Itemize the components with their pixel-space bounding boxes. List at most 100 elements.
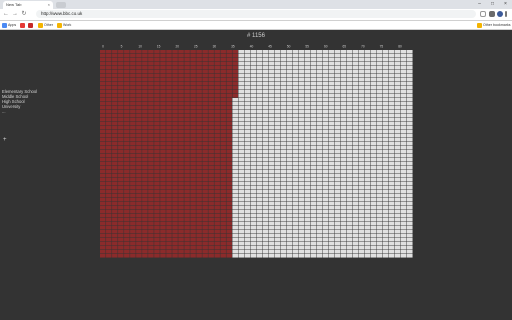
grid-cell-filled (172, 114, 178, 118)
grid-cell-empty (298, 214, 305, 218)
grid-cell-filled (208, 150, 214, 154)
grid-cell-empty (316, 110, 323, 114)
grid-cell-filled (118, 214, 124, 218)
grid-cell-empty (322, 106, 329, 110)
grid-cell-filled (154, 230, 160, 234)
grid-cell-empty (262, 202, 269, 206)
grid-cell-empty (340, 238, 347, 242)
grid-cell-empty (280, 70, 287, 74)
grid-cell-empty (370, 214, 377, 218)
grid-cell-filled (166, 142, 172, 146)
grid-cell-empty (346, 106, 353, 110)
grid-cell-empty (298, 138, 305, 142)
grid-cell-empty (268, 82, 275, 86)
grid-cell-empty (274, 90, 281, 94)
grid-cell-filled (154, 242, 160, 246)
grid-cell-empty (238, 146, 245, 150)
grid-cell-empty (370, 50, 377, 54)
grid-cell-empty (238, 218, 245, 222)
grid-cell-filled (112, 170, 118, 174)
grid-cell-empty (286, 126, 293, 130)
grid-cell-empty (340, 222, 347, 226)
grid-cell-empty (232, 106, 238, 110)
grid-cell-filled (136, 130, 142, 134)
grid-cell-empty (388, 142, 395, 146)
grid-cell-empty (364, 154, 371, 158)
grid-cell-filled (112, 66, 118, 70)
grid-cell-empty (310, 190, 317, 194)
grid-cell-filled (136, 166, 142, 170)
grid-cell-empty (268, 114, 275, 118)
grid-cell-filled (160, 134, 166, 138)
grid-cell-filled (226, 150, 232, 154)
grid-cell-filled (178, 218, 184, 222)
grid-cell-filled (124, 82, 130, 86)
grid-cell-empty (388, 90, 395, 94)
grid-cell-filled (100, 210, 106, 214)
grid-cell-filled (130, 82, 136, 86)
grid-cell-filled (118, 254, 124, 258)
grid-cell-empty (406, 226, 413, 230)
grid-cell-filled (130, 110, 136, 114)
grid-cell-empty (394, 54, 401, 58)
grid-cell-filled (202, 50, 208, 54)
grid-cell-empty (244, 254, 251, 258)
grid-cell-empty (370, 142, 377, 146)
x-tick-label: 10 (138, 45, 142, 49)
grid-cell-empty (388, 206, 395, 210)
grid-cell-filled (148, 202, 154, 206)
grid-cell-empty (358, 170, 365, 174)
grid-cell-filled (100, 182, 106, 186)
grid-cell-filled (196, 134, 202, 138)
grid-cell-empty (400, 210, 407, 214)
grid-cell-empty (388, 94, 395, 98)
grid-cell-empty (406, 150, 413, 154)
grid-cell-empty (232, 182, 238, 186)
grid-cell-empty (328, 74, 335, 78)
grid-cell-empty (304, 214, 311, 218)
grid-cell-empty (394, 166, 401, 170)
grid-cell-filled (172, 98, 178, 102)
grid-cell-filled (154, 54, 160, 58)
grid-cell-empty (352, 178, 359, 182)
grid-cell-empty (304, 110, 311, 114)
grid-cell-empty (364, 74, 371, 78)
grid-cell-empty (322, 230, 329, 234)
grid-cell-empty (292, 94, 299, 98)
grid-cell-empty (328, 206, 335, 210)
grid-cell-empty (268, 90, 275, 94)
grid-cell-empty (274, 94, 281, 98)
grid-cell-filled (172, 178, 178, 182)
grid-cell-filled (124, 150, 130, 154)
grid-cell-empty (322, 70, 329, 74)
grid-cell-filled (118, 50, 124, 54)
grid-cell-empty (334, 74, 341, 78)
grid-cell-filled (196, 82, 202, 86)
grid-cell-empty (358, 54, 365, 58)
grid-cell-empty (232, 250, 238, 254)
grid-cell-empty (256, 166, 263, 170)
grid-cell-empty (316, 218, 323, 222)
grid-cell-filled (124, 102, 130, 106)
grid-cell-filled (100, 74, 106, 78)
grid-cell-empty (382, 74, 389, 78)
grid-cell-empty (286, 222, 293, 226)
grid-cell-filled (178, 166, 184, 170)
grid-cell-empty (358, 98, 365, 102)
grid-cell-empty (268, 54, 275, 58)
grid-cell-empty (382, 66, 389, 70)
grid-cell-filled (202, 62, 208, 66)
grid-cell-filled (106, 238, 112, 242)
grid-cell-filled (136, 250, 142, 254)
grid-cell-empty (292, 234, 299, 238)
grid-cell-empty (328, 98, 335, 102)
grid-cell-empty (334, 94, 341, 98)
grid-cell-empty (340, 210, 347, 214)
grid-cell-empty (370, 102, 377, 106)
grid-cell-empty (400, 214, 407, 218)
grid-cell-empty (364, 150, 371, 154)
grid-cell-filled (124, 86, 130, 90)
grid-cell-empty (310, 182, 317, 186)
x-tick-label: 0 (102, 45, 104, 49)
grid-cell-filled (166, 118, 172, 122)
